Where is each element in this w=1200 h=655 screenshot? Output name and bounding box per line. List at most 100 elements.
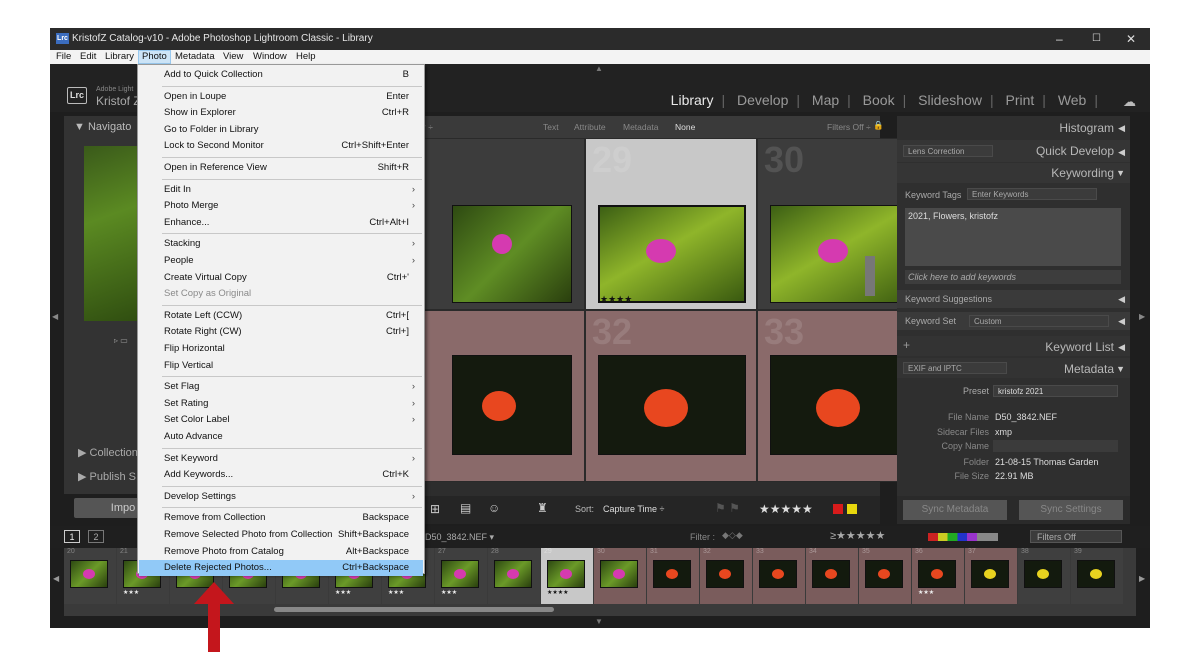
sort-select[interactable]: Capture Time ÷ (603, 504, 664, 514)
filmstrip-filename[interactable]: D50_3842.NEF ▾ (425, 532, 494, 543)
keyword-tags-select[interactable]: Enter Keywords (967, 188, 1097, 200)
menu-window[interactable]: Window (253, 51, 287, 62)
lock-icon[interactable]: 🔒 (873, 120, 884, 131)
cloud-sync-icon[interactable]: ☁ (1123, 94, 1136, 110)
collapse-quick-develop-icon[interactable]: ◀ (1118, 147, 1125, 158)
menu-library[interactable]: Library (105, 51, 134, 62)
navigator-header[interactable]: ▼ Navigato (74, 121, 131, 133)
survey-view-icon[interactable]: ▤ (460, 501, 471, 515)
module-library[interactable]: Library (671, 92, 714, 108)
maximize-button[interactable]: ☐ (1092, 33, 1101, 44)
filmstrip-scrollbar[interactable] (274, 607, 554, 612)
menu-edit[interactable]: Edit (80, 51, 96, 62)
filmstrip-thumbnail[interactable]: 32 (700, 548, 752, 604)
menu-item-edit-in[interactable]: Edit In › (139, 182, 423, 198)
flag-icon[interactable]: ⚑ ⚑ (715, 501, 740, 515)
filmstrip-thumbnail[interactable]: 27 ★★★ (435, 548, 487, 604)
module-book[interactable]: Book (863, 92, 895, 108)
filter-none[interactable]: None (675, 122, 695, 132)
color-label-red[interactable] (833, 504, 843, 514)
filmstrip-thumbnail[interactable]: 35 (859, 548, 911, 604)
module-web[interactable]: Web (1058, 92, 1087, 108)
filmstrip-thumbnail[interactable]: 31 (647, 548, 699, 604)
add-keyword-icon[interactable]: + (903, 338, 910, 352)
module-slideshow[interactable]: Slideshow (918, 92, 982, 108)
menu-item-delete-rejected-photos[interactable]: Delete Rejected Photos... Ctrl+Backspace (139, 560, 423, 577)
histogram-header[interactable]: Histogram (1059, 121, 1114, 135)
menu-item-develop-settings[interactable]: Develop Settings › (139, 489, 423, 505)
star-filter-icon[interactable]: ≥★★★★★ (830, 529, 885, 542)
page-2-button[interactable]: 2 (88, 530, 104, 543)
menu-metadata[interactable]: Metadata (175, 51, 215, 62)
menu-item-rotate-right-cw[interactable]: Rotate Right (CW) Ctrl+] (139, 324, 423, 340)
metadata-header[interactable]: Metadata (1064, 362, 1114, 376)
collections-header[interactable]: ▶ Collection (78, 446, 138, 459)
color-filter-icon[interactable] (928, 533, 998, 541)
flag-filter-icon[interactable]: ◆◇◆ (722, 530, 743, 541)
menu-item-people[interactable]: People › (139, 253, 423, 269)
preset-select[interactable]: kristofz 2021 (993, 385, 1118, 397)
menu-file[interactable]: File (56, 51, 71, 62)
module-develop[interactable]: Develop (737, 92, 788, 108)
publish-services-header[interactable]: ▶ Publish S (78, 470, 136, 483)
filmstrip-thumbnail[interactable]: 33 (753, 548, 805, 604)
menu-item-lock-to-second-monitor[interactable]: Lock to Second Monitor Ctrl+Shift+Enter (139, 138, 423, 154)
menu-item-add-keywords[interactable]: Add Keywords... Ctrl+K (139, 467, 423, 483)
filmstrip-thumbnail[interactable]: 39 (1071, 548, 1123, 604)
filmstrip-thumbnail[interactable]: 36 ★★★ (912, 548, 964, 604)
close-button[interactable]: ✕ (1126, 32, 1136, 46)
menu-item-auto-advance[interactable]: Auto Advance (139, 429, 423, 445)
menu-help[interactable]: Help (296, 51, 316, 62)
menu-item-remove-from-collection[interactable]: Remove from Collection Backspace (139, 510, 423, 526)
filter-text[interactable]: Text (543, 122, 559, 132)
collapse-histogram-icon[interactable]: ◀ (1118, 123, 1125, 134)
navigator-preview[interactable] (84, 146, 144, 321)
grid-view-icon[interactable]: ⊞ (430, 502, 440, 516)
people-view-icon[interactable]: ☺ (488, 501, 500, 515)
keywords-textarea[interactable]: 2021, Flowers, kristofz (905, 208, 1121, 266)
quick-develop-header[interactable]: Quick Develop (1036, 144, 1114, 158)
menu-item-enhance[interactable]: Enhance... Ctrl+Alt+I (139, 215, 423, 231)
filmstrip-thumbnail[interactable]: 34 (806, 548, 858, 604)
color-label-yellow[interactable] (847, 504, 857, 514)
collapse-top-icon[interactable]: ▲ (595, 64, 603, 73)
filmstrip-left-icon[interactable]: ◀ (53, 574, 59, 583)
collapse-bottom-icon[interactable]: ▼ (595, 617, 603, 626)
expand-keywording-icon[interactable]: ▼ (1116, 168, 1125, 178)
menu-item-set-rating[interactable]: Set Rating › (139, 396, 423, 412)
minimize-button[interactable]: – (1056, 32, 1063, 46)
menu-item-remove-selected-photo-from-collection[interactable]: Remove Selected Photo from Collection Shi… (139, 527, 423, 543)
menu-item-create-virtual-copy[interactable]: Create Virtual Copy Ctrl+' (139, 270, 423, 286)
add-keywords-field[interactable]: Click here to add keywords (905, 270, 1121, 284)
menu-item-add-to-quick-collection[interactable]: Add to Quick Collection B (139, 67, 423, 83)
metadata-preset-select[interactable]: EXIF and IPTC (903, 362, 1007, 374)
left-panel-toggle-icon[interactable]: ◀ (52, 312, 58, 321)
menu-view[interactable]: View (223, 51, 243, 62)
expand-keyword-set-icon[interactable]: ◀ (1118, 316, 1125, 327)
keyword-list-header[interactable]: Keyword List (1045, 340, 1114, 354)
sync-settings-button[interactable]: Sync Settings (1019, 500, 1123, 520)
keyword-suggestions-header[interactable]: Keyword Suggestions (905, 294, 992, 304)
menu-item-stacking[interactable]: Stacking › (139, 236, 423, 252)
grid-cell-selected[interactable]: 29 ★★★★ (585, 138, 757, 310)
menu-item-set-flag[interactable]: Set Flag › (139, 379, 423, 395)
painter-icon[interactable]: ♜ (537, 501, 548, 515)
grid-cell-rejected[interactable]: 32 (585, 310, 757, 482)
grid-scrollbar[interactable] (865, 256, 875, 296)
menu-item-remove-photo-from-catalog[interactable]: Remove Photo from Catalog Alt+Backspace (139, 544, 423, 560)
filmstrip-thumbnail[interactable]: 20 (64, 548, 116, 604)
collapse-keyword-list-icon[interactable]: ◀ (1118, 342, 1125, 353)
menu-item-flip-horizontal[interactable]: Flip Horizontal (139, 341, 423, 357)
filters-off[interactable]: Filters Off ÷ (827, 122, 871, 132)
filmstrip-thumbnail[interactable]: 37 (965, 548, 1017, 604)
filmstrip-thumbnail[interactable]: 38 (1018, 548, 1070, 604)
menu-item-rotate-left-ccw[interactable]: Rotate Left (CCW) Ctrl+[ (139, 308, 423, 324)
menu-item-photo-merge[interactable]: Photo Merge › (139, 198, 423, 214)
filmstrip-right-icon[interactable]: ▶ (1139, 574, 1145, 583)
page-1-button[interactable]: 1 (64, 530, 80, 543)
copy-name-field[interactable] (993, 440, 1118, 452)
module-map[interactable]: Map (812, 92, 839, 108)
filmstrip-thumbnail[interactable]: 28 (488, 548, 540, 604)
grid-cell-rejected[interactable] (411, 310, 585, 482)
menu-item-open-in-loupe[interactable]: Open in Loupe Enter (139, 89, 423, 105)
